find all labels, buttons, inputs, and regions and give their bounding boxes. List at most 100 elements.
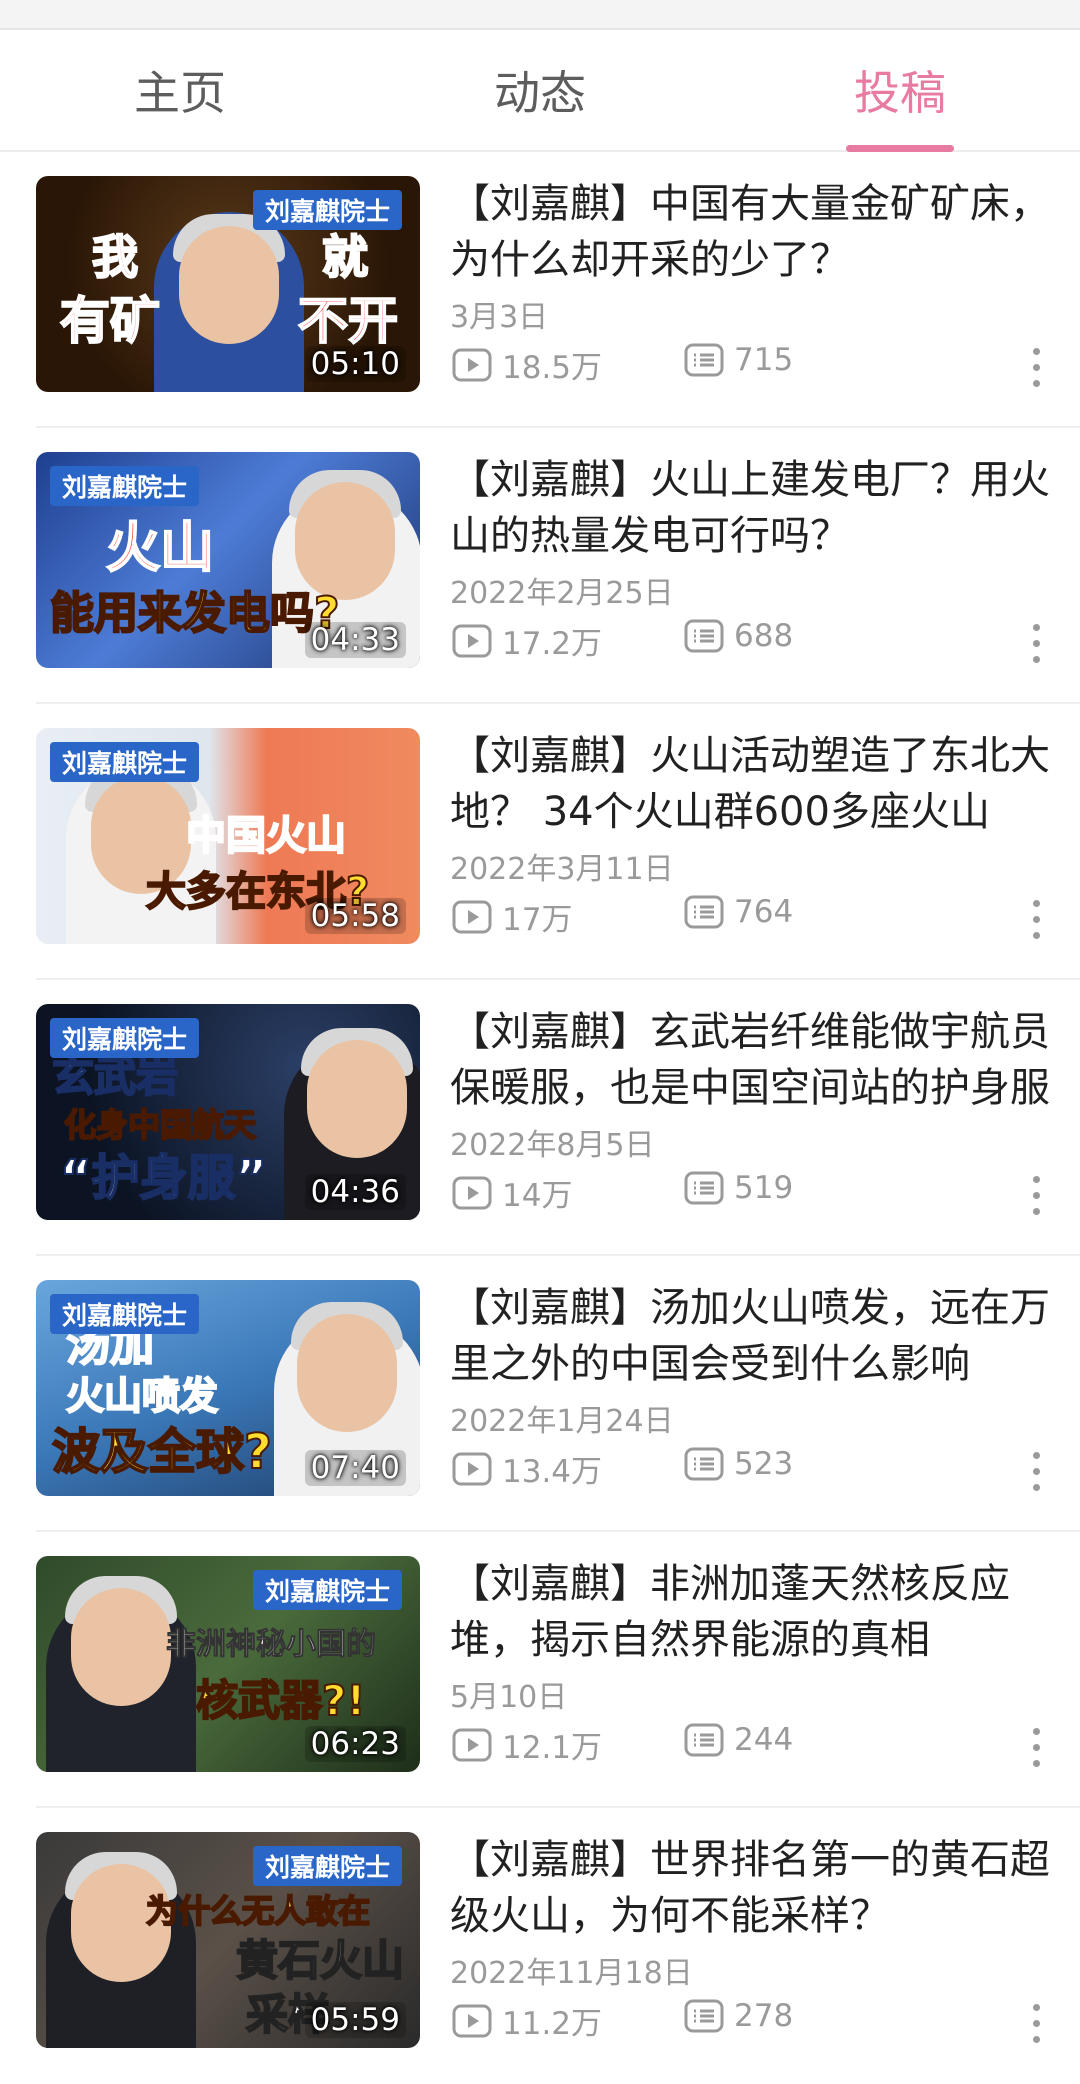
video-item[interactable]: 火山 能用来发电吗? 刘嘉麒院士 04:33 【刘嘉麒】火山上建发电厂？用火山的… (36, 428, 1080, 704)
video-item[interactable]: 非洲神秘小国的 核武器?! 刘嘉麒院士 06:23 【刘嘉麒】非洲加蓬天然核反应… (36, 1532, 1080, 1808)
video-thumbnail[interactable]: 中国火山 大多在东北? 刘嘉麒院士 05:58 (36, 728, 420, 944)
thumbnail-overlay-text: 核武器?! (195, 1676, 367, 1725)
play-icon (452, 900, 492, 933)
thumbnail-overlay-text: 有矿 (59, 292, 161, 350)
comment-count: 688 (684, 618, 793, 654)
video-duration: 04:36 (304, 1174, 406, 1210)
status-bar (0, 0, 1080, 30)
thumbnail-overlay-text: “护身服” (59, 1150, 268, 1206)
view-count-value: 18.5万 (502, 350, 603, 386)
thumbnail-overlay-text: 中国火山 (185, 813, 347, 859)
channel-badge: 刘嘉麒院士 (252, 1846, 402, 1886)
play-icon (452, 1176, 492, 1209)
thumbnail-overlay-text: 黄石火山 (235, 1936, 405, 1985)
tab-submissions-label: 投稿 (854, 66, 946, 120)
view-count: 11.2万 (452, 1998, 602, 2043)
video-thumbnail[interactable]: 玄武岩 化身中国航天 “护身服” 刘嘉麒院士 04:36 (36, 1004, 420, 1220)
view-count-value: 13.4万 (502, 1454, 603, 1490)
video-list: 我 就 有矿 不开 刘嘉麒院士 05:10 【刘嘉麒】中国有大量金矿矿床，为什么… (0, 152, 1080, 2084)
video-duration: 05:59 (304, 2002, 406, 2038)
video-title[interactable]: 【刘嘉麒】非洲加蓬天然核反应堆，揭示自然界能源的真相 (450, 1556, 1078, 1668)
video-date: 3月3日 (450, 300, 549, 335)
more-options-icon[interactable] (1026, 1728, 1046, 1778)
more-options-icon[interactable] (1026, 2004, 1046, 2054)
channel-badge: 刘嘉麒院士 (50, 466, 200, 506)
comment-count-value: 764 (734, 894, 794, 930)
channel-badge: 刘嘉麒院士 (252, 190, 402, 230)
presenter-face (295, 482, 395, 600)
play-icon (452, 1728, 492, 1761)
view-count-value: 17万 (502, 902, 573, 938)
channel-badge: 刘嘉麒院士 (50, 1294, 200, 1334)
view-count: 17.2万 (452, 618, 602, 663)
video-item[interactable]: 中国火山 大多在东北? 刘嘉麒院士 05:58 【刘嘉麒】火山活动塑造了东北大地… (36, 704, 1080, 980)
thumbnail-overlay-text: 化身中国航天 (63, 1106, 257, 1144)
thumbnail-overlay-text: 我 (91, 230, 139, 284)
video-duration: 04:33 (304, 622, 406, 658)
channel-badge: 刘嘉麒院士 (50, 1018, 200, 1058)
tab-dynamics-label: 动态 (494, 66, 586, 120)
view-count-value: 17.2万 (502, 626, 603, 662)
video-thumbnail[interactable]: 汤加 火山喷发 波及全球? 刘嘉麒院士 07:40 (36, 1280, 420, 1496)
channel-badge: 刘嘉麒院士 (50, 742, 200, 782)
comment-icon (684, 619, 724, 653)
video-thumbnail[interactable]: 我 就 有矿 不开 刘嘉麒院士 05:10 (36, 176, 420, 392)
thumbnail-overlay-text: 非洲神秘小国的 (166, 1627, 377, 1662)
video-item[interactable]: 汤加 火山喷发 波及全球? 刘嘉麒院士 07:40 【刘嘉麒】汤加火山喷发，远在… (36, 1256, 1080, 1532)
more-options-icon[interactable] (1026, 624, 1046, 674)
comment-count: 244 (684, 1722, 793, 1758)
video-item[interactable]: 为什么无人敢在 黄石火山 采样 刘嘉麒院士 05:59 【刘嘉麒】世界排名第一的… (36, 1808, 1080, 2084)
tab-dynamics[interactable]: 动态 (360, 30, 720, 150)
thumbnail-overlay-text: 就 (321, 230, 369, 284)
comment-count-value: 278 (734, 1998, 794, 2034)
comment-icon (684, 1447, 724, 1481)
video-duration: 06:23 (304, 1726, 406, 1762)
video-item[interactable]: 玄武岩 化身中国航天 “护身服” 刘嘉麒院士 04:36 【刘嘉麒】玄武岩纤维能… (36, 980, 1080, 1256)
comment-count-value: 688 (734, 618, 794, 654)
video-item[interactable]: 我 就 有矿 不开 刘嘉麒院士 05:10 【刘嘉麒】中国有大量金矿矿床，为什么… (36, 152, 1080, 428)
video-title[interactable]: 【刘嘉麒】汤加火山喷发，远在万里之外的中国会受到什么影响 (450, 1280, 1078, 1392)
active-tab-indicator (846, 145, 954, 152)
channel-badge: 刘嘉麒院士 (252, 1570, 402, 1610)
video-duration: 05:10 (304, 346, 406, 382)
video-title[interactable]: 【刘嘉麒】中国有大量金矿矿床，为什么却开采的少了？ (450, 176, 1078, 288)
play-icon (452, 624, 492, 657)
view-count: 17万 (452, 894, 572, 939)
more-options-icon[interactable] (1026, 348, 1046, 398)
video-date: 5月10日 (450, 1680, 568, 1715)
video-duration: 05:58 (304, 898, 406, 934)
comment-count-value: 244 (734, 1722, 794, 1758)
more-options-icon[interactable] (1026, 1452, 1046, 1502)
video-title[interactable]: 【刘嘉麒】玄武岩纤维能做宇航员保暖服，也是中国空间站的护身服 (450, 1004, 1078, 1116)
tab-home-label: 主页 (134, 66, 226, 120)
thumbnail-overlay-text: 能用来发电吗? (49, 588, 341, 639)
presenter-face (179, 226, 279, 344)
tab-bar: 主页 动态 投稿 (0, 30, 1080, 152)
more-options-icon[interactable] (1026, 1176, 1046, 1226)
video-title[interactable]: 【刘嘉麒】世界排名第一的黄石超级火山，为何不能采样？ (450, 1832, 1078, 1944)
view-count-value: 11.2万 (502, 2006, 603, 2042)
view-count-value: 12.1万 (502, 1730, 603, 1766)
comment-count: 715 (684, 342, 793, 378)
presenter-face (297, 1314, 397, 1432)
video-date: 2022年1月24日 (450, 1404, 674, 1439)
comment-icon (684, 1723, 724, 1757)
play-icon (452, 2004, 492, 2037)
comment-icon (684, 1999, 724, 2033)
comment-count-value: 715 (734, 342, 794, 378)
thumbnail-overlay-text: 不开 (297, 292, 399, 350)
video-thumbnail[interactable]: 为什么无人敢在 黄石火山 采样 刘嘉麒院士 05:59 (36, 1832, 420, 2048)
comment-icon (684, 343, 724, 377)
video-title[interactable]: 【刘嘉麒】火山活动塑造了东北大地？ 34个火山群600多座火山 (450, 728, 1078, 840)
thumbnail-overlay-text: 火山 (105, 516, 215, 579)
play-icon (452, 1452, 492, 1485)
video-title[interactable]: 【刘嘉麒】火山上建发电厂？用火山的热量发电可行吗？ (450, 452, 1078, 564)
thumbnail-overlay-text: 波及全球? (51, 1424, 273, 1480)
tab-submissions[interactable]: 投稿 (720, 30, 1080, 152)
more-options-icon[interactable] (1026, 900, 1046, 950)
video-thumbnail[interactable]: 非洲神秘小国的 核武器?! 刘嘉麒院士 06:23 (36, 1556, 420, 1772)
comment-count: 523 (684, 1446, 793, 1482)
view-count: 18.5万 (452, 342, 602, 387)
tab-home[interactable]: 主页 (0, 30, 360, 150)
video-thumbnail[interactable]: 火山 能用来发电吗? 刘嘉麒院士 04:33 (36, 452, 420, 668)
